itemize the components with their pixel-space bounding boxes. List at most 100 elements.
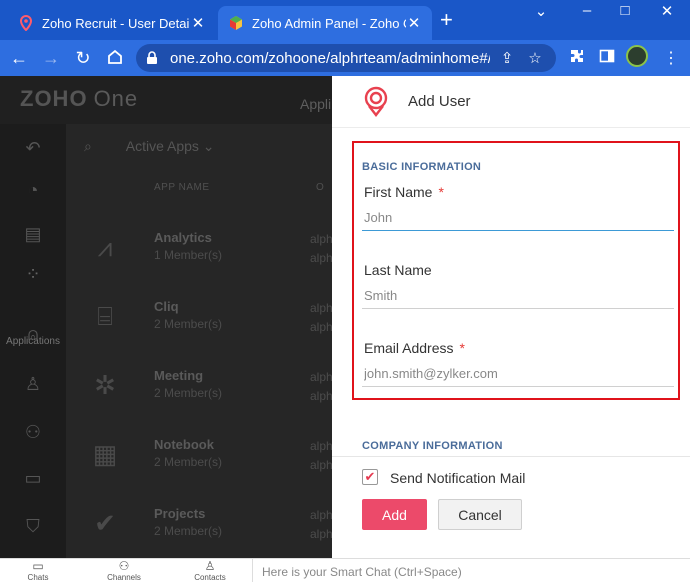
dashboard-icon[interactable]: ◔ bbox=[22, 180, 44, 202]
lock-icon bbox=[146, 51, 160, 65]
chat-bubble-icon: ▭ bbox=[32, 559, 44, 573]
column-header-owner: O bbox=[316, 182, 325, 193]
app-row[interactable]: ✔ Projects 2 Member(s) alph alph bbox=[66, 496, 333, 565]
required-marker: * bbox=[459, 340, 465, 356]
chats-button[interactable]: ▭ Chats bbox=[8, 559, 68, 582]
last-name-label: Last Name bbox=[364, 262, 432, 278]
app-name: Meeting bbox=[154, 368, 204, 383]
reload-icon[interactable]: ↻ bbox=[72, 48, 94, 68]
logo-text: ZOHO bbox=[20, 86, 88, 111]
user-icon[interactable]: ⍝ bbox=[22, 324, 44, 346]
app-row[interactable]: ▦ Notebook 2 Member(s) alph alph bbox=[66, 427, 333, 496]
app-members: 2 Member(s) bbox=[154, 386, 223, 400]
last-name-input[interactable] bbox=[362, 283, 674, 309]
first-name-input[interactable] bbox=[362, 205, 674, 231]
checkmark-icon: ✔ bbox=[364, 469, 376, 484]
add-user-logo-icon bbox=[364, 86, 388, 117]
app-header: ZOHO One Appli bbox=[0, 76, 332, 124]
tab-close-icon[interactable]: ✕ bbox=[406, 14, 422, 32]
drawer-footer: ✔ Send Notification Mail Add Cancel bbox=[332, 456, 690, 558]
send-notification-label[interactable]: Send Notification Mail bbox=[390, 470, 525, 486]
browser-toolbar: ← → ↻ one.zoho.com/zohoone/alphrteam/adm… bbox=[0, 40, 690, 76]
app-members: 2 Member(s) bbox=[154, 317, 223, 331]
header-tab-applications[interactable]: Appli bbox=[300, 96, 331, 112]
extensions-icon[interactable] bbox=[566, 48, 588, 69]
tab-close-icon[interactable]: ✕ bbox=[190, 14, 206, 32]
contact-icon: ♙ bbox=[204, 559, 216, 573]
forward-arrow-icon[interactable]: → bbox=[40, 48, 62, 68]
app-row[interactable]: ⩘ Analytics 1 Member(s) alph alph bbox=[66, 220, 333, 289]
drawer-title: Add User bbox=[408, 93, 471, 110]
app-row[interactable]: ⌸ Cliq 2 Member(s) alph alph bbox=[66, 289, 333, 358]
star-icon[interactable]: ☆ bbox=[524, 49, 546, 67]
cliq-icon: ⌸ bbox=[97, 301, 113, 331]
screen: Zoho Recruit - User Details ✕ Zoho Admin… bbox=[0, 0, 690, 582]
chevron-down-icon[interactable]: ⌄ bbox=[530, 2, 552, 20]
required-marker: * bbox=[438, 184, 444, 200]
basic-information-section: BASIC INFORMATION First Name* Last Name … bbox=[352, 141, 680, 400]
tab-zoho-admin-panel[interactable]: Zoho Admin Panel - Zoho One ✕ bbox=[218, 6, 432, 40]
app-owner: alph alph bbox=[310, 301, 333, 334]
tab-title: Zoho Admin Panel - Zoho One bbox=[252, 15, 406, 31]
contacts-button[interactable]: ♙ Contacts bbox=[180, 559, 240, 582]
new-tab-button[interactable]: + bbox=[440, 9, 453, 31]
devices-icon[interactable]: ▭ bbox=[22, 468, 44, 490]
channels-label: Channels bbox=[107, 573, 141, 582]
add-button[interactable]: Add bbox=[362, 499, 427, 530]
minimize-icon[interactable]: – bbox=[576, 2, 598, 19]
first-name-label: First Name * bbox=[364, 184, 444, 200]
send-notification-checkbox[interactable]: ✔ bbox=[362, 469, 378, 485]
channels-button[interactable]: ⚇ Channels bbox=[94, 559, 154, 582]
smart-chat-input[interactable]: Here is your Smart Chat (Ctrl+Space) bbox=[262, 565, 462, 579]
apps-filter[interactable]: ⌕ Active Apps ⌄ bbox=[84, 138, 215, 155]
app-name: Notebook bbox=[154, 437, 214, 452]
tab-zoho-recruit[interactable]: Zoho Recruit - User Details ✕ bbox=[8, 6, 216, 40]
analytics-icon: ⩘ bbox=[97, 232, 113, 262]
search-icon[interactable]: ⌕ bbox=[84, 138, 92, 154]
maximize-icon[interactable]: □ bbox=[614, 2, 636, 19]
app-row[interactable]: ✲ Meeting 2 Member(s) alph alph bbox=[66, 358, 333, 427]
divider bbox=[252, 559, 253, 582]
directory-icon[interactable]: ▤ bbox=[22, 224, 44, 246]
address-bar[interactable]: one.zoho.com/zohoone/alphrteam/adminhome… bbox=[136, 44, 556, 72]
user-settings-icon[interactable]: ♙ bbox=[22, 374, 44, 396]
logo-suffix: One bbox=[93, 86, 139, 111]
back-arrow-icon[interactable]: ← bbox=[8, 48, 30, 68]
channels-icon: ⚇ bbox=[118, 559, 130, 573]
section-title-company-information: COMPANY INFORMATION bbox=[362, 440, 503, 452]
email-address-input[interactable] bbox=[362, 361, 674, 387]
app-members: 2 Member(s) bbox=[154, 524, 223, 538]
zoho-admin-favicon-icon bbox=[228, 15, 244, 31]
app-name: Projects bbox=[154, 506, 206, 521]
close-window-icon[interactable]: ✕ bbox=[656, 2, 678, 20]
home-icon[interactable] bbox=[104, 48, 126, 70]
browser-tab-strip: Zoho Recruit - User Details ✕ Zoho Admin… bbox=[0, 0, 690, 40]
tab-title: Zoho Recruit - User Details bbox=[42, 15, 190, 31]
chats-label: Chats bbox=[27, 573, 49, 582]
profile-avatar[interactable] bbox=[626, 45, 648, 67]
app-members: 1 Member(s) bbox=[154, 248, 223, 262]
add-user-drawer: Add User BASIC INFORMATION First Name* L… bbox=[332, 76, 690, 558]
projects-icon: ✔ bbox=[94, 508, 116, 538]
kebab-menu-icon[interactable]: ⋮ bbox=[660, 48, 682, 68]
security-shield-icon[interactable]: ⛉ bbox=[22, 516, 44, 538]
groups-icon[interactable]: ⚇ bbox=[22, 422, 44, 444]
notebook-icon: ▦ bbox=[92, 439, 118, 469]
bottom-chat-bar: ▭ Chats ⚇ Channels ♙ Contacts Here is yo… bbox=[0, 558, 690, 582]
app-owner: alph alph bbox=[310, 508, 333, 541]
share-icon[interactable]: ⇪ bbox=[496, 49, 518, 67]
section-title-basic-information: BASIC INFORMATION bbox=[362, 161, 482, 173]
app-owner: alph alph bbox=[310, 232, 333, 265]
left-nav: ↶ ◔ ▤ ⁘ Applications ⍝ ♙ ⚇ ▭ ⛉ bbox=[0, 124, 66, 558]
back-icon[interactable]: ↶ bbox=[22, 138, 44, 160]
applications-icon[interactable]: ⁘ bbox=[22, 264, 44, 286]
app-members: 2 Member(s) bbox=[154, 455, 223, 469]
chevron-down-icon: ⌄ bbox=[202, 138, 215, 154]
contacts-label: Contacts bbox=[194, 573, 226, 582]
app-name: Analytics bbox=[154, 230, 212, 245]
url-text: one.zoho.com/zohoone/alphrteam/adminhome… bbox=[170, 49, 490, 67]
zoho-one-logo: ZOHO One bbox=[20, 86, 138, 112]
side-panel-icon[interactable] bbox=[596, 48, 618, 69]
app-owner: alph alph bbox=[310, 370, 333, 403]
cancel-button[interactable]: Cancel bbox=[438, 499, 522, 530]
